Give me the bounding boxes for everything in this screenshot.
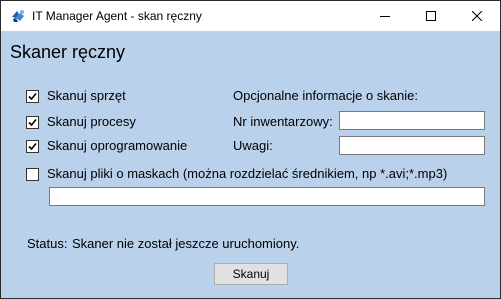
page-title: Skaner ręczny — [10, 42, 126, 62]
inventory-number-label: Nr inwentarzowy: — [233, 114, 333, 129]
checkmark-icon — [28, 92, 37, 101]
notes-input[interactable] — [339, 136, 485, 155]
scan-files-label[interactable]: Skanuj pliki o maskach (można rozdzielać… — [47, 166, 447, 181]
scan-hardware-checkbox[interactable] — [26, 90, 39, 103]
close-icon — [472, 11, 482, 21]
checkmark-icon — [28, 142, 37, 151]
scan-software-checkbox[interactable] — [26, 140, 39, 153]
scan-software-label[interactable]: Skanuj oprogramowanie — [47, 138, 187, 153]
inventory-number-input[interactable] — [339, 111, 485, 130]
scan-processes-checkbox[interactable] — [26, 116, 39, 129]
scan-processes-label[interactable]: Skanuj procesy — [47, 114, 136, 129]
minimize-button[interactable] — [362, 1, 408, 31]
scan-button[interactable]: Skanuj — [214, 263, 288, 285]
scan-hardware-label[interactable]: Skanuj sprzęt — [47, 88, 126, 103]
title-bar[interactable]: IT Manager Agent - skan ręczny — [1, 1, 500, 31]
maximize-button[interactable] — [408, 1, 454, 31]
app-logo-icon — [10, 8, 26, 24]
file-masks-input[interactable] — [49, 187, 485, 206]
main-panel: Skaner ręczny Skanuj sprzęt Skanuj proce… — [1, 31, 500, 298]
notes-label: Uwagi: — [233, 138, 273, 153]
optional-info-heading: Opcjonalne informacje o skanie: — [233, 88, 418, 103]
app-window: IT Manager Agent - skan ręczny Skaner rę… — [0, 0, 501, 299]
status-label: Status: — [27, 236, 68, 251]
window-title: IT Manager Agent - skan ręczny — [32, 9, 202, 23]
maximize-icon — [426, 11, 436, 21]
close-button[interactable] — [454, 1, 500, 31]
checkmark-icon — [28, 118, 37, 127]
status-text: Skaner nie został jeszcze uruchomiony. — [72, 236, 300, 251]
scan-files-checkbox[interactable] — [26, 168, 39, 181]
minimize-icon — [380, 16, 390, 17]
